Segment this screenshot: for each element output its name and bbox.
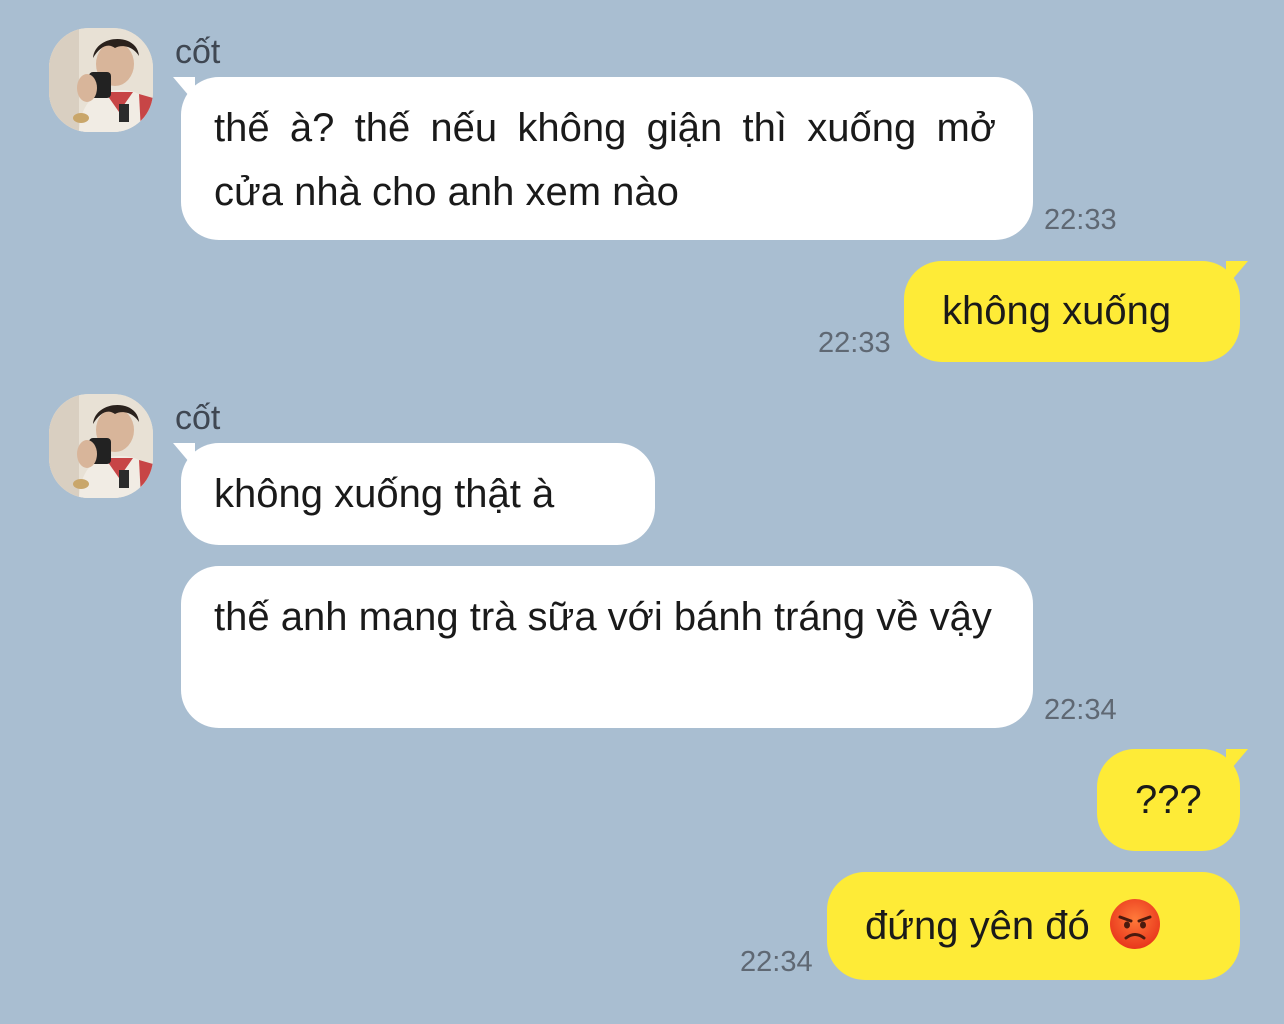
chat-area: cốt thế à? thế nếu không giận thì xuống … <box>0 0 1284 1024</box>
message-time: 22:34 <box>740 946 813 978</box>
message-bubble-outgoing[interactable]: ??? <box>1097 749 1248 851</box>
message-text: thế à? thế nếu không giận thì xuống mở c… <box>214 106 996 214</box>
avatar-photo-icon <box>49 28 153 132</box>
message-time: 22:33 <box>818 327 891 359</box>
message-bubble-incoming[interactable]: không xuống thật à <box>173 443 655 545</box>
sender-name: cốt <box>175 399 221 437</box>
message-bubble-outgoing[interactable]: đứng yên đó <box>827 872 1240 980</box>
sender-name: cốt <box>175 33 221 71</box>
contact-avatar[interactable] <box>49 394 153 498</box>
message-time: 22:33 <box>1044 204 1117 236</box>
message-time: 22:34 <box>1044 694 1117 726</box>
bubble-tail <box>173 77 195 103</box>
message-text: đứng yên đó <box>865 904 1090 948</box>
message-text: không xuống thật à <box>214 472 555 516</box>
message-bubble-incoming[interactable]: thế anh mang trà sữa với bánh tráng về v… <box>181 566 1033 728</box>
bubble-tail <box>173 443 195 469</box>
avatar-photo-icon <box>49 394 153 498</box>
message-text: ??? <box>1135 778 1202 822</box>
angry-face-icon <box>1109 898 1161 950</box>
message-bubble-outgoing[interactable]: không xuống <box>904 261 1248 362</box>
bubble-tail <box>1226 749 1248 775</box>
message-text: không xuống <box>942 289 1172 333</box>
contact-avatar[interactable] <box>49 28 153 132</box>
message-text: thế anh mang trà sữa với bánh tráng về v… <box>214 595 992 639</box>
bubble-tail <box>1226 261 1248 287</box>
message-bubble-incoming[interactable]: thế à? thế nếu không giận thì xuống mở c… <box>173 77 1033 240</box>
